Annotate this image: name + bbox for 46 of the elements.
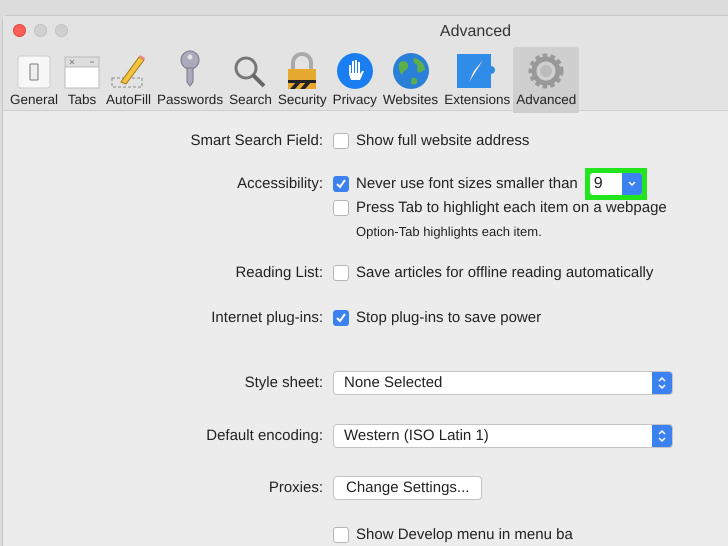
lock-icon: [286, 52, 318, 90]
setting-label: Accessibility:: [237, 175, 323, 192]
change-settings-button[interactable]: Change Settings...: [333, 476, 482, 500]
checkbox[interactable]: [333, 200, 349, 216]
setting-label: Reading List:: [235, 264, 323, 281]
toolbar-tab[interactable]: Websites: [380, 47, 442, 113]
toolbar-tab[interactable]: Tabs: [61, 47, 104, 113]
setting-label: Smart Search Field:: [190, 132, 323, 149]
toolbar-tab[interactable]: General: [7, 47, 62, 113]
window-title: Advanced: [440, 23, 512, 40]
globe-icon: [392, 52, 430, 90]
setting-label: Style sheet:: [244, 374, 323, 391]
toolbar-tab[interactable]: Advanced: [513, 47, 580, 113]
checkbox[interactable]: [333, 265, 349, 281]
hand-icon: [336, 52, 374, 90]
select-dropdown[interactable]: Western (ISO Latin 1): [333, 424, 673, 448]
setting-label: Default encoding:: [206, 427, 323, 444]
toolbar-tab[interactable]: AutoFill: [103, 47, 154, 113]
checkbox[interactable]: [333, 176, 349, 192]
switch-icon: [16, 54, 52, 90]
toolbar-tab[interactable]: Extensions: [441, 47, 514, 113]
font-size-dropdown[interactable]: 9: [590, 173, 642, 195]
setting-label: Proxies:: [268, 479, 323, 496]
setting-label: Internet plug-ins:: [211, 309, 323, 326]
toolbar-tab[interactable]: Passwords: [154, 47, 226, 113]
checkbox-label: Show Develop menu in menu ba: [356, 524, 573, 545]
gear-icon: [527, 52, 566, 90]
toolbar-tab[interactable]: Search: [226, 47, 275, 113]
hint-text: Option-Tab highlights each item.: [355, 223, 543, 241]
checkbox[interactable]: [333, 527, 349, 543]
checkbox[interactable]: [333, 133, 349, 149]
checkbox-label: Never use font sizes smaller than: [356, 174, 578, 194]
up-down-arrows-icon: [657, 376, 667, 390]
checkbox[interactable]: [333, 310, 349, 326]
chevron-down-icon: [626, 180, 637, 188]
checkbox-label: Show full website address: [356, 130, 530, 151]
toolbar-tab[interactable]: Privacy: [330, 47, 380, 113]
toolbar-tab[interactable]: Security: [274, 47, 330, 113]
select-dropdown[interactable]: None Selected: [333, 371, 673, 395]
up-down-arrows-icon: [657, 429, 667, 443]
close-button[interactable]: [13, 24, 26, 37]
zoom-button[interactable]: [55, 24, 68, 37]
checkbox-label: Save articles for offline reading automatically: [356, 262, 654, 283]
checkbox-label: Stop plug-ins to save power: [356, 308, 542, 328]
minimize-button[interactable]: [34, 24, 47, 37]
checkbox-label: Press Tab to highlight each item on a webpage: [356, 198, 667, 218]
